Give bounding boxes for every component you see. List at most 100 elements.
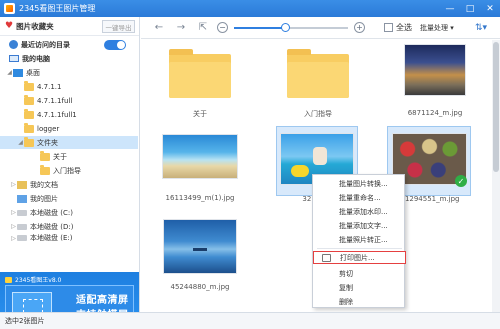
tree-item-drive-c[interactable]: ▷ 本地磁盘 (C:) (0, 206, 138, 219)
select-all-checkbox[interactable] (384, 23, 393, 32)
zoom-out-icon[interactable]: − (217, 22, 228, 33)
close-button[interactable]: ✕ (480, 0, 500, 17)
window-title: 2345看图王图片管理 (19, 4, 96, 13)
favorites-label: 图片收藏夹 (16, 21, 54, 31)
menu-item-print-label: 打印图片... (340, 253, 375, 262)
tree-item-folder-selected[interactable]: ◢ 文件夹 (0, 136, 138, 149)
toolbar: ← → ⇱ − + 全选 批量处理 ▾ ⇅▾ (141, 17, 500, 39)
batch-process-dropdown[interactable]: 批量处理 ▾ (420, 23, 454, 33)
menu-item-batch-rename[interactable]: 批量重命名... (313, 191, 406, 204)
expand-arrow-icon[interactable]: ▷ (10, 181, 17, 188)
export-button[interactable]: 一键导出 (102, 20, 135, 33)
maximize-button[interactable]: □ (460, 0, 480, 17)
tree-item-folder[interactable]: 关于 (0, 150, 138, 163)
scrollbar-thumb[interactable] (493, 42, 499, 172)
folder-icon (24, 94, 34, 105)
tree-item-label: 文件夹 (37, 138, 58, 147)
tree-item-label: 本地磁盘 (C:) (30, 208, 73, 217)
desktop-icon (13, 68, 23, 77)
title-bar: 2345看图王图片管理 — □ ✕ (0, 0, 500, 17)
menu-item-cut[interactable]: 剪切 (313, 267, 406, 280)
tree-item-desktop[interactable]: ◢ 桌面 (0, 66, 138, 79)
tree-item-folder[interactable]: 入门指导 (0, 164, 138, 177)
expand-arrow-icon[interactable]: ▷ (10, 209, 17, 216)
recent-toggle[interactable] (104, 39, 126, 50)
thumbnail-image[interactable]: 16113499_m(1).jpg (158, 127, 242, 202)
folder-icon (24, 122, 34, 133)
select-all[interactable]: 全选 (384, 22, 412, 33)
tree-item-label: logger (37, 124, 60, 133)
tree-item-folder[interactable]: 4.7.1.1full (0, 94, 138, 107)
menu-item-batch-watermark[interactable]: 批量添加水印... (313, 205, 406, 218)
thumbnail-caption: 关于 (193, 110, 207, 118)
thumbnail-caption: 6871124_m.jpg (407, 109, 463, 117)
tree-item-my-documents[interactable]: ▷ 我的文档 (0, 178, 138, 191)
clock-icon (9, 40, 18, 49)
drive-icon (17, 223, 27, 230)
selected-check-icon: ✓ (455, 175, 467, 187)
tree-item-folder[interactable]: 4.7.1.1 (0, 80, 138, 93)
menu-item-batch-rotate[interactable]: 批量照片转正... (313, 233, 406, 246)
menu-item-delete[interactable]: 删除 (313, 295, 406, 308)
tree-item-my-computer[interactable]: 我的电脑 (0, 52, 138, 65)
expand-arrow-icon[interactable]: ◢ (6, 69, 13, 76)
back-arrow-icon[interactable]: ← (151, 22, 167, 33)
picture-icon (17, 194, 27, 203)
tree-item-drive-e[interactable]: ▷ 本地磁盘 (E:) (0, 234, 138, 242)
duck-figure (291, 165, 309, 177)
zoom-slider-knob[interactable] (281, 22, 291, 32)
folder-icon (287, 49, 349, 98)
computer-icon (9, 55, 19, 62)
banner-line-1: 适配高清屏 (76, 295, 129, 306)
drive-icon (17, 235, 27, 241)
favorites-header[interactable]: ♥ 图片收藏夹 一键导出 (0, 17, 139, 36)
tree-item-label: 4.7.1.1full (37, 96, 73, 105)
tree-item-label: 桌面 (26, 68, 40, 77)
thumbnail-folder[interactable]: 入门指导 (281, 42, 355, 118)
tree-item-folder[interactable]: 4.7.1.1full1 (0, 108, 138, 121)
expand-arrow-icon[interactable]: ▷ (10, 223, 17, 230)
tree-item-label: 入门指导 (53, 166, 81, 175)
thumbnail-image[interactable]: 45244880_m.jpg (163, 216, 237, 291)
tree-item-label: 本地磁盘 (E:) (30, 234, 73, 242)
tree-item-label: 4.7.1.1 (37, 82, 62, 91)
vertical-scrollbar[interactable] (492, 40, 500, 312)
zoom-slider[interactable] (234, 22, 348, 32)
thumbnail-folder[interactable]: 关于 (163, 42, 237, 118)
thumbnail-caption: 入门指导 (304, 110, 332, 118)
export-folder-icon[interactable]: ⇱ (195, 22, 211, 33)
folder-icon (24, 108, 34, 119)
tree-item-folder[interactable]: logger (0, 122, 138, 135)
app-logo-icon (4, 3, 15, 14)
menu-item-batch-convert[interactable]: 批量图片转换... (313, 177, 406, 190)
heart-icon: ♥ (5, 21, 14, 31)
menu-item-print[interactable]: 打印图片... (313, 251, 406, 264)
minimize-button[interactable]: — (440, 0, 460, 17)
tree-item-recent[interactable]: 最近访问的目录 (0, 38, 138, 51)
forward-arrow-icon[interactable]: → (173, 22, 189, 33)
expand-arrow-icon[interactable]: ▷ (10, 235, 17, 242)
batch-process-label: 批量处理 (420, 23, 448, 32)
expand-arrow-icon[interactable]: ◢ (17, 139, 24, 146)
thumbnail-caption: 16113499_m(1).jpg (165, 194, 235, 202)
drive-icon (17, 209, 27, 216)
thumbnail-picture (162, 134, 238, 179)
folder-icon (40, 164, 50, 175)
printer-icon (322, 254, 331, 262)
banner-title: 2345看图王v8.0 (5, 275, 61, 284)
tree-item-my-pictures[interactable]: 我的图片 (0, 192, 138, 205)
tree-item-label: 4.7.1.1full1 (37, 110, 77, 119)
menu-item-copy[interactable]: 复制 (313, 281, 406, 294)
folder-icon (40, 150, 50, 161)
folder-icon (24, 80, 34, 91)
zoom-slider-fill (234, 26, 286, 29)
menu-item-batch-add-text[interactable]: 批量添加文字... (313, 219, 406, 232)
window-controls: — □ ✕ (440, 0, 500, 17)
thumbnail-image[interactable]: 6871124_m.jpg (398, 42, 472, 117)
status-text: 选中2张图片 (5, 317, 45, 325)
chevron-down-icon: ▾ (450, 23, 454, 32)
document-icon (17, 180, 27, 189)
zoom-in-icon[interactable]: + (354, 22, 365, 33)
sort-icon[interactable]: ⇅▾ (475, 23, 487, 33)
tree-item-drive-d[interactable]: ▷ 本地磁盘 (D:) (0, 220, 138, 233)
